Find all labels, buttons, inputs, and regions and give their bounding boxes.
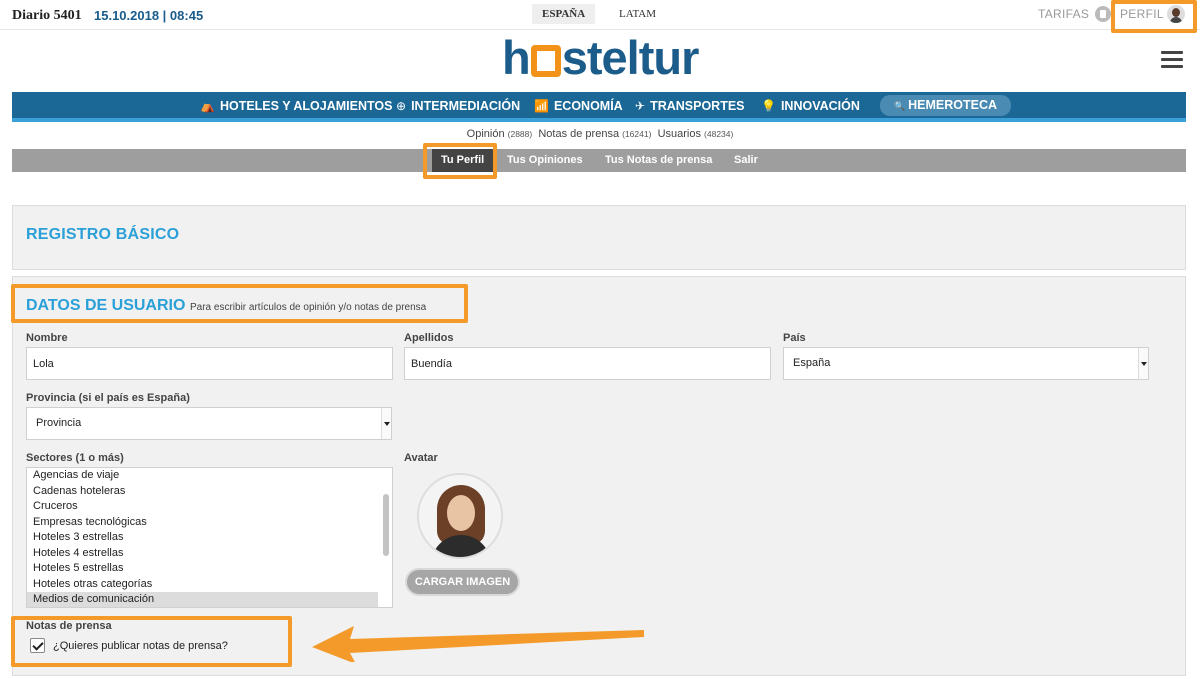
notas-prensa-checkbox[interactable] (30, 638, 45, 653)
hosteltur-logo[interactable]: h steltur (502, 31, 700, 84)
chevron-down-icon[interactable] (1138, 348, 1148, 379)
sector-option[interactable]: Cadenas hoteleras (27, 484, 378, 500)
tarifas-link[interactable]: TARIFAS (1038, 7, 1089, 21)
hamburger-menu-icon[interactable] (1161, 51, 1183, 69)
sectores-label: Sectores (1 o más) (26, 452, 124, 464)
nombre-label: Nombre (26, 332, 68, 344)
stats-usuarios[interactable]: Usuarios (658, 128, 701, 140)
avatar-image (417, 473, 503, 559)
provincia-select[interactable]: Provincia (26, 407, 392, 440)
sectores-multiselect[interactable]: Agencias de viaje Cadenas hoteleras Cruc… (26, 467, 393, 608)
sector-option-selected[interactable]: Medios de comunicación (27, 592, 378, 607)
top-bar: Diario 5401 15.10.2018 | 08:45 ESPAÑA LA… (0, 0, 1200, 30)
nav-hoteles[interactable]: ⛺ HOTELES Y ALOJAMIENTOS (200, 99, 392, 113)
registro-basico-panel: REGISTRO BÁSICO (12, 205, 1186, 270)
hotel-icon: ⛺ (200, 99, 215, 113)
hemeroteca-button[interactable]: 🔍 HEMEROTECA (880, 95, 1011, 116)
stats-opinion-count: (2888) (507, 129, 533, 139)
date-time: 15.10.2018 | 08:45 (94, 8, 204, 23)
sector-option[interactable]: Hoteles otras categorías (27, 577, 378, 593)
stats-notas-count: (16241) (622, 129, 652, 139)
plane-icon: ✈ (635, 99, 646, 113)
user-avatar-icon[interactable] (1167, 5, 1185, 23)
profile-subnav: Tu Perfil Tus Opiniones Tus Notas de pre… (12, 149, 1186, 172)
nav-transportes-label: TRANSPORTES (650, 99, 745, 113)
tab-tus-notas[interactable]: Tus Notas de prensa (605, 154, 712, 166)
registro-basico-title[interactable]: REGISTRO BÁSICO (26, 226, 179, 244)
tab-salir[interactable]: Salir (734, 154, 758, 166)
nav-intermediacion[interactable]: ⊕ INTERMEDIACIÓN (396, 99, 520, 113)
apellidos-label: Apellidos (404, 332, 454, 344)
tab-tu-perfil[interactable]: Tu Perfil (432, 149, 494, 172)
stats-opinion[interactable]: Opinión (467, 128, 505, 140)
sector-option[interactable]: Hoteles 5 estrellas (27, 561, 378, 577)
apellidos-input[interactable] (404, 347, 771, 380)
globe-icon: ⊕ (396, 99, 407, 113)
stats-line: Opinión (2888) Notas de prensa (16241) U… (0, 128, 1200, 140)
sector-option[interactable]: Hoteles 3 estrellas (27, 530, 378, 546)
stats-usuarios-count: (48234) (704, 129, 734, 139)
perfil-link[interactable]: PERFIL (1120, 7, 1164, 21)
logo-text-post: steltur (561, 31, 700, 84)
pais-selected-value: España (793, 357, 831, 369)
notas-prensa-check-text[interactable]: ¿Quieres publicar notas de prensa? (53, 640, 228, 652)
stats-notas[interactable]: Notas de prensa (538, 128, 619, 140)
logo-o-square-icon (530, 45, 561, 77)
nav-intermediacion-label: INTERMEDIACIÓN (411, 99, 521, 113)
tab-tus-opiniones[interactable]: Tus Opiniones (507, 154, 583, 166)
pais-select[interactable]: España (783, 347, 1149, 380)
search-icon: 🔍 (893, 101, 906, 111)
datos-usuario-panel: DATOS DE USUARIO Para escribir artículos… (12, 276, 1186, 676)
nav-economia-label: ECONOMÍA (553, 99, 623, 113)
sector-option[interactable]: Hoteles 4 estrellas (27, 546, 378, 562)
logo-text-pre: h (502, 31, 531, 84)
nav-innovacion-label: INNOVACIÓN (780, 99, 860, 113)
nav-innovacion[interactable]: 💡 INNOVACIÓN (761, 99, 860, 113)
sectores-scrollbar[interactable] (382, 470, 390, 607)
main-navigation: ⛺ HOTELES Y ALOJAMIENTOS ⊕ INTERMEDIACIÓN … (12, 92, 1186, 122)
provincia-selected-value: Provincia (36, 417, 82, 429)
lightbulb-icon: 💡 (761, 99, 776, 113)
scrollbar-thumb[interactable] (383, 494, 389, 556)
nav-hoteles-label: HOTELES Y ALOJAMIENTOS (219, 99, 393, 113)
edition-latam[interactable]: LATAM (609, 4, 666, 24)
edition-espana[interactable]: ESPAÑA (532, 4, 596, 24)
nombre-input[interactable] (26, 347, 393, 380)
tarifas-icon[interactable] (1095, 6, 1111, 22)
hemeroteca-label: HEMEROTECA (908, 98, 998, 112)
notas-prensa-label: Notas de prensa (26, 620, 112, 632)
pais-label: País (783, 332, 806, 344)
sector-option[interactable]: Empresas tecnológicas (27, 515, 378, 531)
sector-option[interactable]: Agencias de viaje (27, 468, 378, 484)
datos-usuario-subtitle: Para escribir artículos de opinión y/o n… (190, 302, 427, 313)
sector-option[interactable]: Cruceros (27, 499, 378, 515)
provincia-label: Provincia (si el país es España) (26, 392, 190, 404)
chevron-down-icon[interactable] (381, 408, 391, 439)
diario-number: Diario 5401 (12, 8, 82, 23)
avatar-label: Avatar (404, 452, 438, 464)
datos-usuario-title: DATOS DE USUARIO (26, 297, 186, 314)
cargar-imagen-button[interactable]: CARGAR IMAGEN (405, 568, 520, 596)
nav-economia[interactable]: 📶 ECONOMÍA (534, 99, 623, 113)
nav-transportes[interactable]: ✈ TRANSPORTES (635, 99, 745, 113)
chart-icon: 📶 (534, 99, 549, 113)
